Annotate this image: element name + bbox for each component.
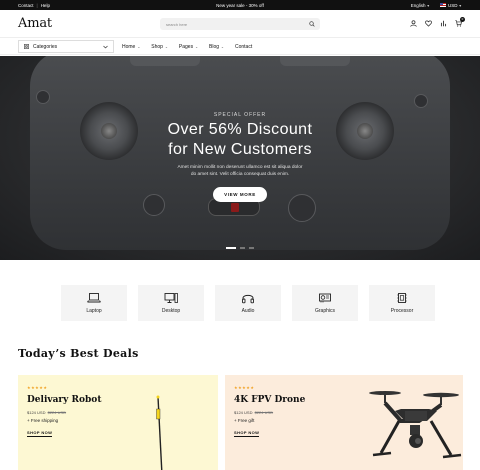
top-bar: Contact | Help New year sale - 30% off E… xyxy=(0,0,480,10)
nav-item-label: Blog xyxy=(209,43,220,50)
categories-dropdown[interactable]: Categories xyxy=(18,40,114,53)
nav-item-home[interactable]: Home ⌄ xyxy=(122,44,140,50)
user-icon[interactable] xyxy=(410,20,417,27)
category-card-laptop[interactable]: Laptop xyxy=(61,285,127,321)
deal-perk: + Free shipping xyxy=(27,418,59,423)
nav-item-pages[interactable]: Pages ⌄ xyxy=(179,44,198,50)
view-more-button[interactable]: VIEW MORE xyxy=(213,187,267,202)
currency-label: USD xyxy=(448,2,458,8)
home-button-graphic xyxy=(143,194,165,216)
deal-card-robot[interactable]: ★★★★★ Delivary Robot $124 USD $224 USD +… xyxy=(18,375,218,470)
category-row: Laptop Desktop Audio Graphics Processor xyxy=(61,285,435,321)
chevron-down-icon: ⌄ xyxy=(164,44,168,49)
cart-count-badge: 0 xyxy=(460,17,465,22)
promo-text: New year sale - 30% off xyxy=(216,2,264,8)
hero-subtext: Amet minim mollit non deserunt ullamco e… xyxy=(0,164,480,178)
nav-item-shop[interactable]: Shop ⌄ xyxy=(151,44,168,50)
search-bar xyxy=(160,18,320,30)
chevron-down-icon: ⌄ xyxy=(195,44,199,49)
compare-icon[interactable] xyxy=(440,20,447,27)
header: Amat 0 xyxy=(0,10,480,37)
deal-price: $124 USD $224 USD xyxy=(234,410,273,415)
power-button-graphic xyxy=(288,194,316,222)
main-nav: Categories Home ⌄ Shop ⌄ Pages ⌄ Blog ⌄ Cont… xyxy=(0,37,480,55)
hero-headline: Over 56% Discount for New Customers xyxy=(0,120,480,160)
nav-links: Home ⌄ Shop ⌄ Pages ⌄ Blog ⌄ Contact xyxy=(122,44,252,50)
language-select[interactable]: English▼ xyxy=(411,3,430,8)
logo[interactable]: Amat xyxy=(18,16,52,31)
hero-eyebrow: SPECIAL OFFER xyxy=(213,112,267,118)
category-label: Audio xyxy=(241,308,255,314)
current-price: $124 USD xyxy=(27,410,46,415)
deal-product-name[interactable]: 4K FPV Drone xyxy=(234,395,305,405)
graphics-card-icon xyxy=(319,293,331,303)
headphones-icon xyxy=(242,294,254,304)
language-label: English xyxy=(410,2,426,8)
deal-product-name[interactable]: Delivary Robot xyxy=(27,395,101,405)
rating-stars: ★★★★★ xyxy=(234,385,255,390)
hero-banner: SPECIAL OFFER Over 56% Discount for New … xyxy=(0,56,480,260)
chevron-down-icon: ⌄ xyxy=(221,44,224,49)
shop-now-link[interactable]: SHOP NOW xyxy=(27,430,53,437)
chevron-down-icon: ▼ xyxy=(458,3,462,8)
category-label: Desktop xyxy=(161,308,181,314)
hero-headline-line: for New Customers xyxy=(168,141,312,158)
deal-perk: + Free gift xyxy=(234,418,255,423)
camera-button-graphic xyxy=(414,94,428,108)
slider-dot[interactable] xyxy=(226,247,236,249)
category-label: Graphics xyxy=(314,308,335,314)
current-price: $124 USD xyxy=(234,410,253,415)
category-card-processor[interactable]: Processor xyxy=(369,285,435,321)
nav-item-blog[interactable]: Blog ⌄ xyxy=(209,44,224,50)
processor-icon xyxy=(397,293,407,303)
grid-icon xyxy=(24,44,29,49)
chevron-down-icon: ▼ xyxy=(426,3,431,8)
category-label: Laptop xyxy=(86,308,102,314)
nav-item-contact[interactable]: Contact xyxy=(235,44,252,50)
slider-dot[interactable] xyxy=(240,247,245,249)
robot-antenna-image xyxy=(156,395,163,470)
slider-dots xyxy=(226,247,254,249)
nav-item-label: Home xyxy=(122,43,136,50)
category-label: Processor xyxy=(390,308,414,314)
hero-headline-line: Over 56% Discount xyxy=(167,121,313,138)
search-icon[interactable] xyxy=(309,21,315,27)
desktop-icon xyxy=(164,293,178,303)
chevron-down-icon: ⌄ xyxy=(137,44,141,49)
categories-label: Categories xyxy=(33,43,58,50)
laptop-icon xyxy=(87,293,101,303)
controller-grip-right xyxy=(280,56,350,66)
slider-dot[interactable] xyxy=(249,247,254,249)
nav-item-label: Pages xyxy=(178,43,194,50)
category-card-desktop[interactable]: Desktop xyxy=(138,285,204,321)
nav-item-label: Shop xyxy=(151,43,163,50)
shop-now-link[interactable]: SHOP NOW xyxy=(234,430,260,437)
hero-subtext-line: Amet minim mollit non deserunt ullamco e… xyxy=(177,165,303,170)
section-title: Today’s Best Deals xyxy=(18,347,139,360)
header-actions: 0 xyxy=(410,17,465,27)
currency-select[interactable]: USD▼ xyxy=(440,3,462,8)
chevron-down-icon xyxy=(103,45,108,48)
rating-stars: ★★★★★ xyxy=(27,385,48,390)
category-card-graphics[interactable]: Graphics xyxy=(292,285,358,321)
drone-image xyxy=(369,391,462,459)
hero-subtext-line: do amet sint. Velit officia consequat du… xyxy=(190,172,290,177)
old-price: $224 USD xyxy=(254,410,274,415)
fn-button-graphic xyxy=(36,90,50,104)
controller-grip-left xyxy=(130,56,200,66)
deal-card-drone[interactable]: ★★★★★ 4K FPV Drone $124 USD $224 USD + F… xyxy=(225,375,463,470)
heart-icon[interactable] xyxy=(425,20,432,27)
old-price: $224 USD xyxy=(47,410,67,415)
nav-item-label: Contact xyxy=(234,43,253,50)
category-card-audio[interactable]: Audio xyxy=(215,285,281,321)
cart-button[interactable]: 0 xyxy=(455,17,465,27)
deal-price: $124 USD $224 USD xyxy=(27,410,66,415)
us-flag-icon xyxy=(440,3,447,8)
locale-selectors: English▼ USD▼ xyxy=(411,3,462,8)
search-input[interactable] xyxy=(166,20,296,28)
